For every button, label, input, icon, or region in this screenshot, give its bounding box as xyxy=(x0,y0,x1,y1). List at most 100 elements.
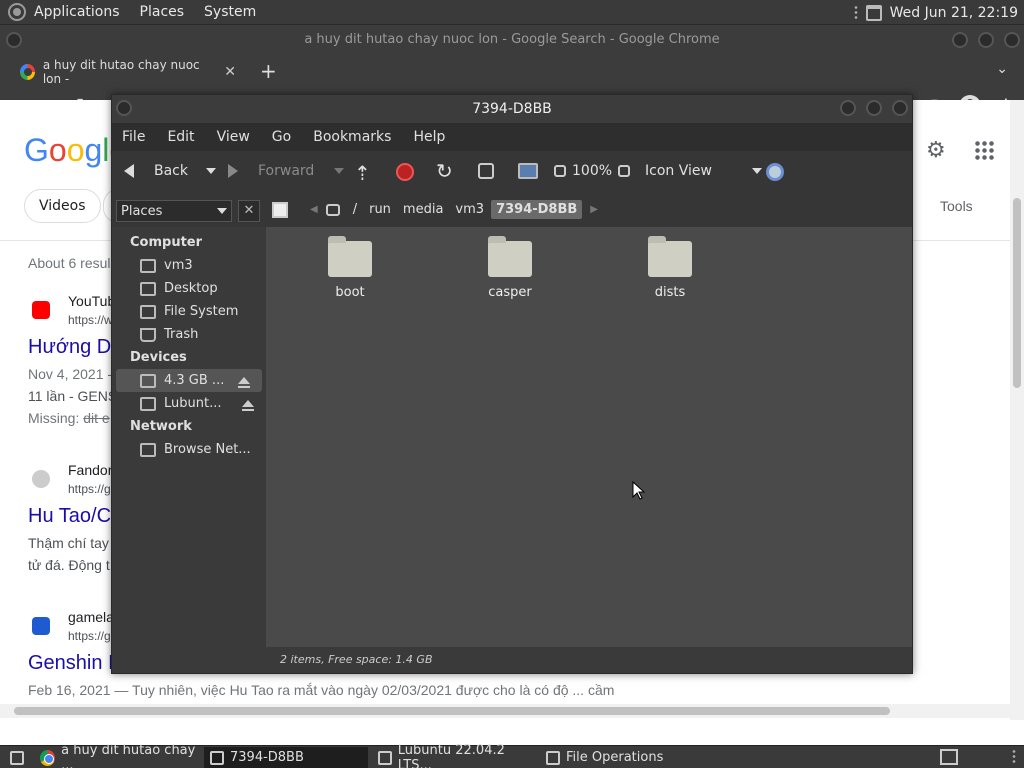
folder-name: boot xyxy=(335,285,365,300)
horizontal-scrollbar[interactable] xyxy=(0,704,1010,718)
sidebar-heading-computer: Computer xyxy=(130,235,203,250)
sidebar-item-device-4gb[interactable]: 4.3 GB ... xyxy=(116,369,262,392)
tab-close-icon[interactable]: ✕ xyxy=(224,64,236,80)
result-title-link[interactable]: Hướng D xyxy=(28,336,111,359)
task-file-operations[interactable]: File Operations xyxy=(540,747,700,768)
file-manager-window: 7394-D8BB File Edit View Go Bookmarks He… xyxy=(111,94,913,674)
crumb-root[interactable]: / xyxy=(348,200,362,219)
search-button[interactable] xyxy=(766,163,784,181)
minimize-icon[interactable] xyxy=(840,100,856,116)
up-arrow-icon[interactable]: ⇡ xyxy=(354,161,371,185)
desktop-icon xyxy=(10,750,24,765)
home-icon xyxy=(140,258,156,273)
menu-help[interactable]: Help xyxy=(413,129,445,145)
menu-places[interactable]: Places xyxy=(140,4,185,20)
new-tab-button[interactable]: + xyxy=(260,59,277,83)
side-pane-close-button[interactable]: ✕ xyxy=(238,200,260,222)
menu-system[interactable]: System xyxy=(204,4,256,20)
google-favicon-icon xyxy=(20,64,35,80)
window-menu-icon[interactable] xyxy=(6,32,22,48)
minimize-icon[interactable] xyxy=(952,32,968,48)
back-history-caret-icon[interactable] xyxy=(206,168,216,174)
zoom-control[interactable]: 100% xyxy=(554,163,631,179)
crumb-media[interactable]: media xyxy=(398,200,449,219)
sidebar-item-browse-network[interactable]: Browse Net... xyxy=(112,438,266,461)
task-lubuntu[interactable]: Lubuntu 22.04.2 LTS... xyxy=(372,743,540,768)
folder-item[interactable]: dists xyxy=(620,236,720,300)
home-folder-icon xyxy=(478,163,494,179)
result-url: https://g xyxy=(68,482,111,496)
calendar-icon[interactable] xyxy=(865,4,882,21)
path-scroll-right-icon[interactable]: ▶ xyxy=(590,204,598,215)
clock[interactable]: Wed Jun 21, 22:19 xyxy=(890,5,1018,21)
close-icon[interactable] xyxy=(1004,32,1020,48)
menu-edit[interactable]: Edit xyxy=(167,129,194,145)
tray-separator-icon xyxy=(1012,749,1016,765)
filter-chip-videos[interactable]: Videos xyxy=(24,189,101,223)
side-pane-mode-select[interactable]: Places xyxy=(116,200,232,222)
folder-item[interactable]: boot xyxy=(300,236,400,300)
sidebar-item-file-system[interactable]: File System xyxy=(112,300,266,323)
tray-separator-icon xyxy=(853,4,858,21)
scrollbar-thumb[interactable] xyxy=(1013,198,1021,388)
maximize-icon[interactable] xyxy=(978,32,994,48)
zoom-in-icon[interactable] xyxy=(618,165,631,177)
crumb-run[interactable]: run xyxy=(364,200,396,219)
settings-gear-icon[interactable]: ⚙ xyxy=(926,138,946,163)
task-file-manager[interactable]: 7394-D8BB xyxy=(204,747,368,768)
crumb-current[interactable]: 7394-D8BB xyxy=(491,200,583,219)
forward-button[interactable]: Forward xyxy=(228,163,345,179)
window-menu-icon[interactable] xyxy=(116,100,132,116)
drive-icon xyxy=(325,203,340,216)
stop-button[interactable] xyxy=(396,163,414,181)
back-button[interactable]: Back xyxy=(124,163,216,179)
folder-item[interactable]: casper xyxy=(460,236,560,300)
tab-title: a huy dit hutao chay nuoc lon - xyxy=(42,58,200,86)
google-apps-icon[interactable] xyxy=(974,140,994,160)
sidebar-item-vm3[interactable]: vm3 xyxy=(112,254,266,277)
menu-go[interactable]: Go xyxy=(272,129,291,145)
sidebar-item-trash[interactable]: Trash xyxy=(112,323,266,346)
computer-icon xyxy=(518,163,538,179)
eject-icon[interactable] xyxy=(242,400,254,411)
forward-history-caret-icon[interactable] xyxy=(334,168,345,174)
result-date: Nov 4, 2021 - xyxy=(28,366,113,382)
trash-icon xyxy=(140,327,156,342)
task-chrome[interactable]: a huy dit hutao chay ... xyxy=(34,743,204,768)
close-icon[interactable] xyxy=(892,100,908,116)
fm-titlebar: 7394-D8BB xyxy=(112,95,912,123)
vertical-scrollbar[interactable] xyxy=(1010,100,1024,720)
result-title-link[interactable]: Hu Tao/C xyxy=(28,505,111,528)
eject-icon[interactable] xyxy=(238,377,250,388)
menu-file[interactable]: File xyxy=(122,129,145,145)
home-button[interactable] xyxy=(478,163,494,179)
top-panel: Applications Places System Wed Jun 21, 2… xyxy=(0,0,1024,25)
workspace-icon[interactable] xyxy=(940,749,958,765)
sidebar-item-desktop[interactable]: Desktop xyxy=(112,277,266,300)
lubuntu-logo-icon[interactable] xyxy=(8,3,26,21)
menu-view[interactable]: View xyxy=(217,129,250,145)
browser-tab[interactable]: a huy dit hutao chay nuoc lon - ✕ xyxy=(8,57,248,87)
side-pane-caret-icon xyxy=(217,208,227,214)
view-mode-select[interactable]: Icon View xyxy=(645,163,762,179)
crumb-vm3[interactable]: vm3 xyxy=(450,200,489,219)
show-desktop-button[interactable] xyxy=(4,747,26,768)
reload-icon[interactable]: ↻ xyxy=(436,159,453,183)
zoom-out-icon[interactable] xyxy=(554,165,566,177)
path-scroll-left-icon[interactable]: ◀ xyxy=(310,204,318,215)
scrollbar-thumb[interactable] xyxy=(14,707,890,715)
computer-button[interactable] xyxy=(518,163,538,179)
edit-path-icon[interactable] xyxy=(272,201,288,218)
folder-view[interactable]: boot casper dists xyxy=(266,227,912,647)
fm-window-title: 7394-D8BB xyxy=(472,101,552,117)
tools-button[interactable]: Tools xyxy=(940,198,973,214)
drive-icon xyxy=(378,750,392,765)
menu-applications[interactable]: Applications xyxy=(34,4,120,20)
taskbar: a huy dit hutao chay ... 7394-D8BB Lubun… xyxy=(0,743,1024,768)
maximize-icon[interactable] xyxy=(866,100,882,116)
sidebar-item-device-lubuntu[interactable]: Lubunt... xyxy=(112,392,266,415)
result-site: YouTub xyxy=(68,293,116,309)
tab-search-chevron-icon[interactable]: ⌄ xyxy=(996,61,1008,77)
sidebar-heading-devices: Devices xyxy=(130,350,187,365)
menu-bookmarks[interactable]: Bookmarks xyxy=(313,129,391,145)
